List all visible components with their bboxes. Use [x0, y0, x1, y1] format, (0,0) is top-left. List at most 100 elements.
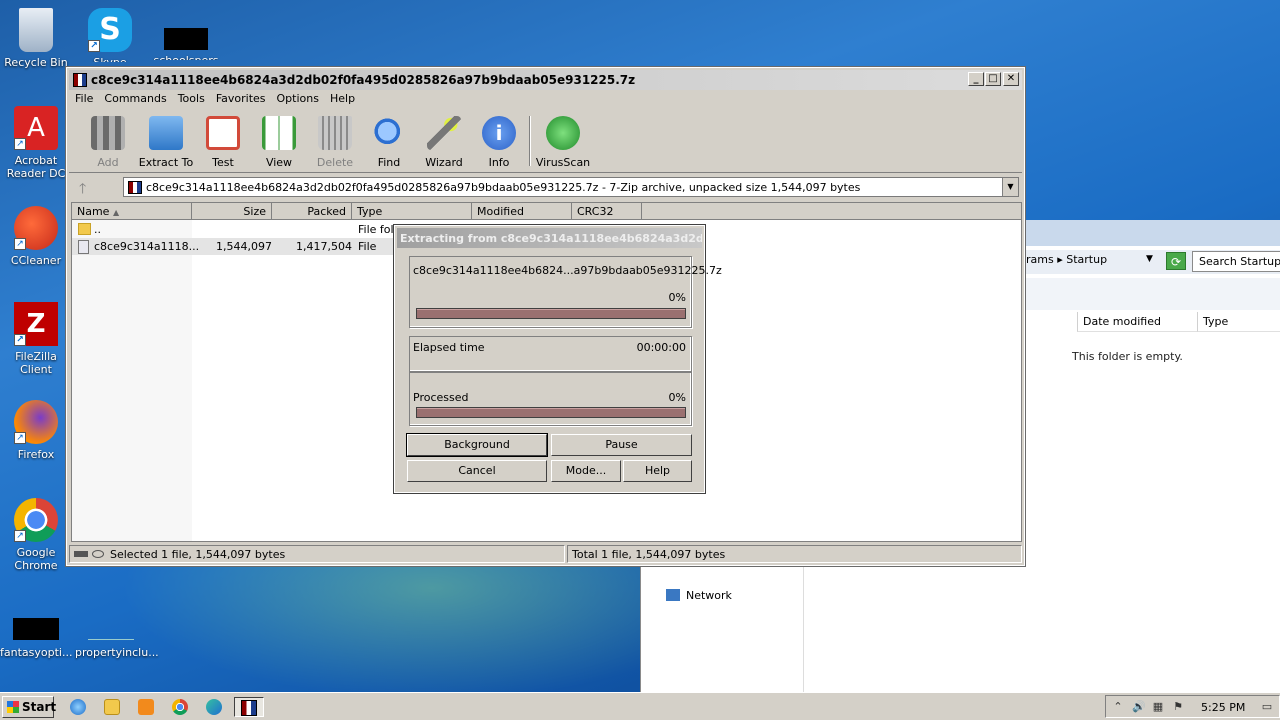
- info-button[interactable]: i Info: [471, 114, 527, 169]
- desktop-icon-label: Firefox: [17, 448, 55, 461]
- add-button[interactable]: Add: [80, 114, 136, 169]
- elapsed-label: Elapsed time: [413, 341, 485, 354]
- watermark: ANY RUN: [1038, 612, 1270, 663]
- refresh-icon[interactable]: ⟳: [1166, 252, 1186, 270]
- processed-label: Processed: [413, 391, 469, 404]
- start-button[interactable]: Start: [2, 696, 56, 718]
- address-bar: 🡑 c8ce9c314a1118ee4b6824a3d2db02f0fa495d…: [69, 172, 1022, 198]
- chevron-down-icon[interactable]: ▼: [1146, 254, 1153, 264]
- column-header-crc32[interactable]: CRC32: [572, 203, 642, 220]
- help-button[interactable]: Help: [623, 460, 692, 482]
- cancel-button[interactable]: Cancel: [407, 460, 547, 482]
- dialog-title[interactable]: Extracting from c8ce9c314a1118ee4b6824a3…: [397, 228, 702, 248]
- desktop-icon-schoolspers[interactable]: schoolspers: [150, 8, 222, 60]
- explorer-path[interactable]: rams ▸ Startup: [1026, 253, 1107, 266]
- menu-options[interactable]: Options: [271, 90, 324, 105]
- column-header-size[interactable]: Size: [192, 203, 272, 220]
- minimize-button[interactable]: _: [968, 72, 984, 86]
- folder-icon: [78, 223, 91, 235]
- pause-button[interactable]: Pause: [551, 434, 692, 456]
- desktop-icon-propertyinclu[interactable]: propertyinclu...: [75, 618, 159, 659]
- toolbar-label: VirusScan: [535, 156, 591, 169]
- folder-icon: [104, 699, 120, 715]
- table-row[interactable]: .. File fold: [72, 221, 402, 238]
- virusscan-button[interactable]: VirusScan: [535, 114, 591, 169]
- network-tray-icon[interactable]: ▦: [1152, 701, 1164, 713]
- name-column-highlight: [72, 220, 192, 541]
- taskbar-ie[interactable]: [66, 697, 90, 717]
- column-header-type[interactable]: Type: [352, 203, 472, 220]
- background-button[interactable]: Background: [406, 433, 548, 457]
- extract-to-button[interactable]: Extract To: [138, 114, 194, 169]
- desktop-icon-recycle-bin[interactable]: Recycle Bin: [0, 8, 72, 69]
- up-arrow-icon[interactable]: 🡑: [79, 178, 86, 202]
- status-bar: Selected 1 file, 1,544,097 bytes Total 1…: [69, 545, 1022, 563]
- taskbar-explorer[interactable]: [100, 697, 124, 717]
- clock[interactable]: 5:25 PM: [1201, 701, 1245, 714]
- virus-scan-icon: [546, 116, 580, 150]
- test-clipboard-icon: [206, 116, 240, 150]
- column-header-packed[interactable]: Packed: [272, 203, 352, 220]
- mode-button[interactable]: Mode...: [551, 460, 621, 482]
- taskbar-edge[interactable]: [202, 697, 226, 717]
- search-input[interactable]: Search Startup: [1192, 251, 1280, 272]
- menu-favorites[interactable]: Favorites: [210, 90, 271, 105]
- column-header-date-modified[interactable]: Date modified: [1077, 312, 1197, 332]
- file-icon: [78, 240, 89, 254]
- row-name: c8ce9c314a1118...: [94, 240, 200, 253]
- total-progress-bar: [416, 407, 686, 418]
- column-header-filler: [642, 203, 1021, 220]
- column-header-modified[interactable]: Modified: [472, 203, 572, 220]
- desktop-icon-firefox[interactable]: ↗ Firefox: [0, 400, 72, 461]
- system-tray: ⌃ 🔊 ▦ ⚑ 5:25 PM ▭: [1105, 695, 1280, 718]
- desktop-icon-label: Skype: [74, 56, 146, 62]
- recycle-bin-icon: [19, 8, 53, 52]
- processed-value: 0%: [668, 391, 686, 404]
- wand-icon: [427, 116, 461, 150]
- menu-commands[interactable]: Commands: [98, 90, 171, 105]
- menu-file[interactable]: File: [69, 90, 98, 105]
- find-button[interactable]: Find: [361, 114, 417, 169]
- edge-icon: [206, 699, 222, 715]
- address-combo[interactable]: c8ce9c314a1118ee4b6824a3d2db02f0fa495d02…: [123, 177, 1019, 197]
- add-icon: [91, 116, 125, 150]
- info-icon: i: [482, 116, 516, 150]
- taskbar-media-player[interactable]: [134, 697, 158, 717]
- desktop-icon-filezilla[interactable]: Z ↗ FileZilla Client: [0, 302, 72, 376]
- media-player-icon: [138, 699, 154, 715]
- desktop-icon-fantasyopti[interactable]: fantasyopti...: [0, 618, 72, 659]
- test-button[interactable]: Test: [195, 114, 251, 169]
- toolbar-label: View: [265, 156, 293, 169]
- wallpaper-glow: [120, 560, 640, 700]
- view-button[interactable]: View: [251, 114, 307, 169]
- keyboard-icon: [74, 551, 88, 557]
- trash-icon: [318, 116, 352, 150]
- menu-help[interactable]: Help: [324, 90, 360, 105]
- chevron-down-icon[interactable]: ▼: [1002, 178, 1018, 196]
- menu-tools[interactable]: Tools: [172, 90, 210, 105]
- wizard-button[interactable]: Wizard: [416, 114, 472, 169]
- nav-item-network[interactable]: Network: [666, 589, 732, 602]
- delete-button[interactable]: Delete: [307, 114, 363, 169]
- toolbar-label: Test: [212, 156, 234, 169]
- desktop-icon-skype[interactable]: S↗ Skype: [74, 8, 146, 62]
- action-center-flag-icon[interactable]: ⚑: [1172, 701, 1184, 713]
- desktop-icon-chrome[interactable]: ↗ Google Chrome: [0, 498, 72, 572]
- file-progress-group: c8ce9c314a1118ee4b6824...a97b9bdaab05e93…: [409, 256, 722, 328]
- show-desktop-icon[interactable]: ▭: [1261, 701, 1273, 713]
- maximize-button[interactable]: □: [985, 72, 1001, 86]
- column-header-type[interactable]: Type: [1197, 312, 1280, 332]
- desktop-icon-ccleaner[interactable]: ↗ CCleaner: [0, 206, 72, 267]
- taskbar-7zip[interactable]: [234, 697, 264, 717]
- view-book-icon: [262, 116, 296, 150]
- volume-icon[interactable]: 🔊: [1132, 701, 1146, 713]
- close-button[interactable]: ✕: [1003, 72, 1019, 86]
- firefox-icon: ↗: [14, 400, 58, 444]
- show-hidden-icons-icon[interactable]: ⌃: [1112, 701, 1124, 713]
- desktop-icon-acrobat[interactable]: A ↗ Acrobat Reader DC: [0, 106, 72, 180]
- column-header-name[interactable]: Name ▲: [72, 203, 192, 220]
- taskbar-chrome[interactable]: [168, 697, 192, 717]
- desktop-icon-label: propertyinclu...: [75, 646, 159, 659]
- window-title-bar[interactable]: c8ce9c314a1118ee4b6824a3d2db02f0fa495d02…: [69, 70, 1022, 90]
- table-row[interactable]: c8ce9c314a1118... 1,544,097 1,417,504 Fi…: [72, 238, 402, 255]
